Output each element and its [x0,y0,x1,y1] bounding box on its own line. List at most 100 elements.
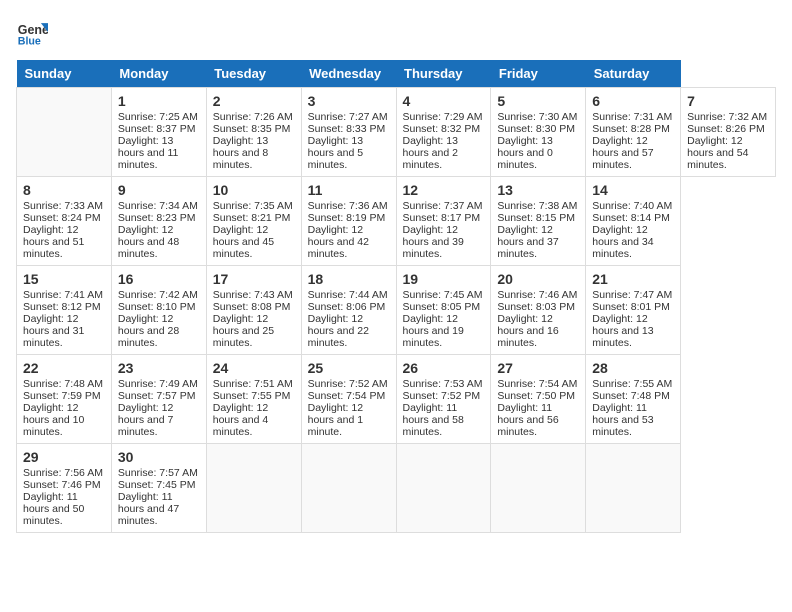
calendar-cell: 26 Sunrise: 7:53 AMSunset: 7:52 PMDayligh… [396,355,491,444]
day-header-thursday: Thursday [396,60,491,88]
day-number: 7 [687,93,769,109]
calendar-cell: 27 Sunrise: 7:54 AMSunset: 7:50 PMDayligh… [491,355,586,444]
day-header-saturday: Saturday [586,60,681,88]
calendar-cell: 14Sunrise: 7:40 AMSunset: 8:14 PMDayligh… [586,177,681,266]
calendar-cell [301,444,396,533]
day-info: Sunrise: 7:55 AMSunset: 7:48 PMDaylight:… [592,378,672,438]
day-number: 25 [308,360,390,376]
day-number: 19 [403,271,485,287]
day-info: Sunrise: 7:57 AMSunset: 7:45 PMDaylight:… [118,467,198,527]
day-info: Sunrise: 7:52 AMSunset: 7:54 PMDaylight:… [308,378,388,438]
day-number: 20 [497,271,579,287]
day-number: 28 [592,360,674,376]
day-info: Sunrise: 7:47 AMSunset: 8:01 PMDaylight:… [592,289,672,349]
day-number: 17 [213,271,295,287]
day-number: 21 [592,271,674,287]
calendar-week-3: 15 Sunrise: 7:41 AMSunset: 8:12 PMDayligh… [17,266,776,355]
calendar-week-2: 8 Sunrise: 7:33 AMSunset: 8:24 PMDaylight… [17,177,776,266]
day-header-monday: Monday [111,60,206,88]
calendar-cell: 2 Sunrise: 7:26 AMSunset: 8:35 PMDaylight… [206,88,301,177]
page-header: General Blue [16,16,776,48]
calendar-cell [17,88,112,177]
svg-text:Blue: Blue [18,35,41,47]
day-info: Sunrise: 7:45 AMSunset: 8:05 PMDaylight:… [403,289,483,349]
day-number: 9 [118,182,200,198]
calendar-table: SundayMondayTuesdayWednesdayThursdayFrid… [16,60,776,533]
day-number: 26 [403,360,485,376]
calendar-cell: 6Sunrise: 7:31 AMSunset: 8:28 PMDaylight… [586,88,681,177]
day-number: 30 [118,449,200,465]
day-info: Sunrise: 7:43 AMSunset: 8:08 PMDaylight:… [213,289,293,349]
calendar-cell: 9 Sunrise: 7:34 AMSunset: 8:23 PMDaylight… [111,177,206,266]
calendar-cell: 24Sunrise: 7:51 AMSunset: 7:55 PMDayligh… [206,355,301,444]
day-info: Sunrise: 7:41 AMSunset: 8:12 PMDaylight:… [23,289,103,349]
calendar-cell: 18 Sunrise: 7:44 AMSunset: 8:06 PMDayligh… [301,266,396,355]
calendar-cell [396,444,491,533]
calendar-cell: 13 Sunrise: 7:38 AMSunset: 8:15 PMDayligh… [491,177,586,266]
day-number: 12 [403,182,485,198]
calendar-cell: 25 Sunrise: 7:52 AMSunset: 7:54 PMDayligh… [301,355,396,444]
day-number: 23 [118,360,200,376]
day-number: 22 [23,360,105,376]
day-header-tuesday: Tuesday [206,60,301,88]
calendar-header: SundayMondayTuesdayWednesdayThursdayFrid… [17,60,776,88]
day-info: Sunrise: 7:54 AMSunset: 7:50 PMDaylight:… [497,378,577,438]
day-number: 29 [23,449,105,465]
calendar-cell: 5 Sunrise: 7:30 AMSunset: 8:30 PMDaylight… [491,88,586,177]
calendar-week-1: 1Sunrise: 7:25 AMSunset: 8:37 PMDaylight… [17,88,776,177]
day-info: Sunrise: 7:27 AMSunset: 8:33 PMDaylight:… [308,111,388,171]
calendar-cell: 23Sunrise: 7:49 AMSunset: 7:57 PMDayligh… [111,355,206,444]
day-number: 2 [213,93,295,109]
day-info: Sunrise: 7:36 AMSunset: 8:19 PMDaylight:… [308,200,388,260]
calendar-cell: 10Sunrise: 7:35 AMSunset: 8:21 PMDayligh… [206,177,301,266]
calendar-cell: 16Sunrise: 7:42 AMSunset: 8:10 PMDayligh… [111,266,206,355]
day-header-friday: Friday [491,60,586,88]
calendar-cell: 22Sunrise: 7:48 AMSunset: 7:59 PMDayligh… [17,355,112,444]
day-info: Sunrise: 7:56 AMSunset: 7:46 PMDaylight:… [23,467,103,527]
day-number: 10 [213,182,295,198]
calendar-cell: 21 Sunrise: 7:47 AMSunset: 8:01 PMDayligh… [586,266,681,355]
day-number: 13 [497,182,579,198]
day-header-sunday: Sunday [17,60,112,88]
calendar-cell [206,444,301,533]
calendar-cell: 3 Sunrise: 7:27 AMSunset: 8:33 PMDaylight… [301,88,396,177]
day-number: 14 [592,182,674,198]
day-info: Sunrise: 7:33 AMSunset: 8:24 PMDaylight:… [23,200,103,260]
day-number: 27 [497,360,579,376]
day-info: Sunrise: 7:25 AMSunset: 8:37 PMDaylight:… [118,111,198,171]
day-info: Sunrise: 7:34 AMSunset: 8:23 PMDaylight:… [118,200,198,260]
day-number: 11 [308,182,390,198]
day-number: 16 [118,271,200,287]
day-number: 18 [308,271,390,287]
calendar-week-4: 22Sunrise: 7:48 AMSunset: 7:59 PMDayligh… [17,355,776,444]
logo-icon: General Blue [16,16,48,48]
day-info: Sunrise: 7:44 AMSunset: 8:06 PMDaylight:… [308,289,388,349]
day-number: 15 [23,271,105,287]
day-number: 8 [23,182,105,198]
calendar-cell [586,444,681,533]
day-info: Sunrise: 7:53 AMSunset: 7:52 PMDaylight:… [403,378,483,438]
calendar-cell: 20 Sunrise: 7:46 AMSunset: 8:03 PMDayligh… [491,266,586,355]
day-header-wednesday: Wednesday [301,60,396,88]
day-number: 5 [497,93,579,109]
day-info: Sunrise: 7:37 AMSunset: 8:17 PMDaylight:… [403,200,483,260]
logo: General Blue [16,16,48,48]
calendar-cell: 28 Sunrise: 7:55 AMSunset: 7:48 PMDayligh… [586,355,681,444]
calendar-cell: 8 Sunrise: 7:33 AMSunset: 8:24 PMDaylight… [17,177,112,266]
calendar-cell: 1Sunrise: 7:25 AMSunset: 8:37 PMDaylight… [111,88,206,177]
calendar-cell: 12 Sunrise: 7:37 AMSunset: 8:17 PMDayligh… [396,177,491,266]
day-number: 3 [308,93,390,109]
day-info: Sunrise: 7:32 AMSunset: 8:26 PMDaylight:… [687,111,767,171]
day-info: Sunrise: 7:38 AMSunset: 8:15 PMDaylight:… [497,200,577,260]
day-info: Sunrise: 7:46 AMSunset: 8:03 PMDaylight:… [497,289,577,349]
calendar-week-5: 29 Sunrise: 7:56 AMSunset: 7:46 PMDayligh… [17,444,776,533]
calendar-cell: 15 Sunrise: 7:41 AMSunset: 8:12 PMDayligh… [17,266,112,355]
day-info: Sunrise: 7:26 AMSunset: 8:35 PMDaylight:… [213,111,293,171]
calendar-cell [491,444,586,533]
calendar-cell: 11 Sunrise: 7:36 AMSunset: 8:19 PMDayligh… [301,177,396,266]
day-number: 6 [592,93,674,109]
day-info: Sunrise: 7:30 AMSunset: 8:30 PMDaylight:… [497,111,577,171]
calendar-cell: 30 Sunrise: 7:57 AMSunset: 7:45 PMDayligh… [111,444,206,533]
calendar-cell: 29 Sunrise: 7:56 AMSunset: 7:46 PMDayligh… [17,444,112,533]
day-info: Sunrise: 7:29 AMSunset: 8:32 PMDaylight:… [403,111,483,171]
